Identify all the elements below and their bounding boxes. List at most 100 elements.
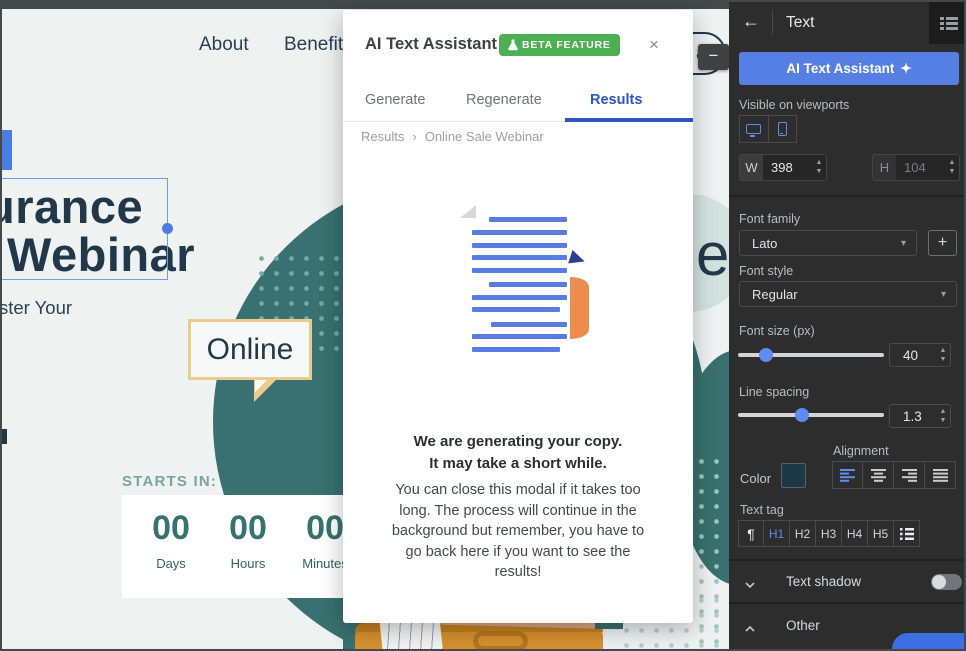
align-right-button[interactable]: [894, 461, 925, 489]
countdown-hours-label: Hours: [217, 556, 279, 571]
countdown-hours: 00 Hours: [217, 495, 279, 571]
text-shadow-toggle[interactable]: [931, 574, 962, 590]
list-icon: [900, 528, 914, 540]
countdown-heading: STARTS IN:: [122, 473, 217, 490]
ai-text-assistant-button[interactable]: AI Text Assistant ✦: [739, 52, 959, 85]
tag-paragraph-button[interactable]: ¶: [738, 520, 764, 547]
tab-generate[interactable]: Generate: [365, 92, 425, 108]
divider: [772, 11, 773, 35]
line-spacing-stepper[interactable]: ▲▼: [936, 409, 950, 424]
layers-panel-button[interactable]: [929, 2, 966, 44]
desktop-viewport-button[interactable]: [740, 116, 768, 142]
align-justify-button[interactable]: [925, 461, 956, 489]
phone-icon: [778, 122, 787, 136]
font-style-value: Regular: [740, 287, 941, 302]
tab-regenerate[interactable]: Regenerate: [466, 92, 542, 108]
line-spacing-value[interactable]: 1.3: [890, 409, 936, 424]
close-icon[interactable]: ×: [643, 34, 665, 56]
height-field[interactable]: H 104 ▲▼: [872, 154, 960, 181]
panel-title: Text: [786, 14, 814, 32]
orange-half-circle-graphic: [570, 277, 589, 339]
countdown-days: 00 Days: [140, 495, 202, 571]
cursor-arrow-graphic: [568, 250, 587, 268]
toggle-knob: [932, 575, 946, 589]
status-heading-line1: We are generating your copy.: [343, 431, 693, 453]
ai-button-label: AI Text Assistant: [786, 61, 894, 76]
viewports-label: Visible on viewports: [739, 98, 849, 112]
color-swatch[interactable]: [781, 463, 806, 488]
collapse-minus-button[interactable]: −: [698, 44, 729, 70]
font-family-dropdown[interactable]: Lato ▾: [739, 230, 917, 256]
breadcrumb-results[interactable]: Results: [361, 129, 404, 144]
font-size-input[interactable]: 40 ▲▼: [889, 343, 951, 367]
modal-title: AI Text Assistant: [365, 35, 497, 54]
font-size-slider-knob[interactable]: [759, 348, 773, 362]
tag-h2-button[interactable]: H2: [790, 520, 816, 547]
chevron-right-icon: ›: [412, 129, 416, 144]
tag-h3-button[interactable]: H3: [816, 520, 842, 547]
back-arrow-icon[interactable]: ←: [742, 11, 760, 32]
text-tag-label: Text tag: [740, 503, 784, 517]
clipped-text-fragment: [2, 429, 7, 444]
selection-resize-handle[interactable]: [162, 223, 173, 234]
speech-bubble-label: Online: [207, 333, 294, 367]
beta-feature-badge: BETA FEATURE: [499, 34, 620, 56]
blue-accent-bar: [2, 130, 12, 170]
align-right-icon: [902, 469, 917, 482]
text-tag-button-group: ¶ H1 H2 H3 H4 H5: [738, 520, 920, 547]
sparkle-icon: ✦: [900, 61, 911, 77]
circle-letter-fragment: e: [696, 220, 729, 289]
alignment-button-group: [832, 461, 956, 489]
tag-h5-button[interactable]: H5: [868, 520, 894, 547]
alignment-label: Alignment: [833, 444, 889, 458]
canvas-subheading-fragment[interactable]: ster Your: [2, 297, 72, 319]
width-stepper[interactable]: ▲▼: [812, 160, 826, 175]
width-label: W: [740, 155, 763, 180]
generating-document-illustration: [464, 202, 594, 362]
divider: [729, 195, 966, 197]
text-shadow-section[interactable]: Text shadow: [729, 560, 966, 602]
chevron-down-icon: ▾: [901, 238, 916, 249]
height-value: 104: [896, 160, 945, 175]
font-style-dropdown[interactable]: Regular ▾: [739, 281, 957, 307]
countdown-days-label: Days: [140, 556, 202, 571]
flask-icon: [508, 39, 518, 51]
width-field[interactable]: W 398 ▲▼: [739, 154, 827, 181]
active-tab-underline: [565, 118, 693, 122]
align-center-button[interactable]: [863, 461, 894, 489]
align-center-icon: [871, 469, 886, 482]
ai-text-assistant-modal: AI Text Assistant BETA FEATURE × Generat…: [343, 10, 693, 623]
app-window: About Benefits ac e urance Webinar ster …: [0, 0, 966, 651]
tag-h1-button[interactable]: H1: [764, 520, 790, 547]
status-heading: We are generating your copy. It may take…: [343, 431, 693, 475]
align-left-icon: [840, 469, 855, 482]
mobile-viewport-button[interactable]: [768, 116, 797, 142]
font-size-stepper[interactable]: ▲▼: [936, 348, 950, 363]
nav-link-about[interactable]: About: [199, 34, 249, 56]
text-shadow-label: Text shadow: [786, 574, 861, 589]
height-stepper[interactable]: ▲▼: [945, 160, 959, 175]
tag-list-button[interactable]: [894, 520, 920, 547]
font-size-label: Font size (px): [739, 324, 815, 338]
monitor-icon: [746, 124, 761, 134]
photo-belt-buckle: [473, 631, 528, 651]
breadcrumb: Results › Online Sale Webinar: [361, 129, 544, 144]
speech-bubble-online[interactable]: Online: [188, 319, 312, 380]
font-family-value: Lato: [740, 236, 901, 251]
font-size-value[interactable]: 40: [890, 348, 936, 363]
help-chat-button[interactable]: [892, 633, 966, 651]
countdown-hours-value: 00: [217, 509, 279, 548]
line-spacing-slider-track[interactable]: [738, 413, 884, 417]
selection-box[interactable]: [2, 178, 168, 280]
align-left-button[interactable]: [832, 461, 863, 489]
line-spacing-input[interactable]: 1.3 ▲▼: [889, 404, 951, 428]
canvas-top-bar: [2, 2, 729, 9]
beta-feature-label: BETA FEATURE: [522, 39, 611, 51]
align-justify-icon: [933, 469, 948, 482]
layers-list-icon: [940, 16, 958, 31]
width-value[interactable]: 398: [763, 160, 812, 175]
tag-h4-button[interactable]: H4: [842, 520, 868, 547]
add-font-button[interactable]: +: [928, 230, 957, 256]
tab-results[interactable]: Results: [590, 92, 642, 108]
line-spacing-slider-knob[interactable]: [795, 408, 809, 422]
